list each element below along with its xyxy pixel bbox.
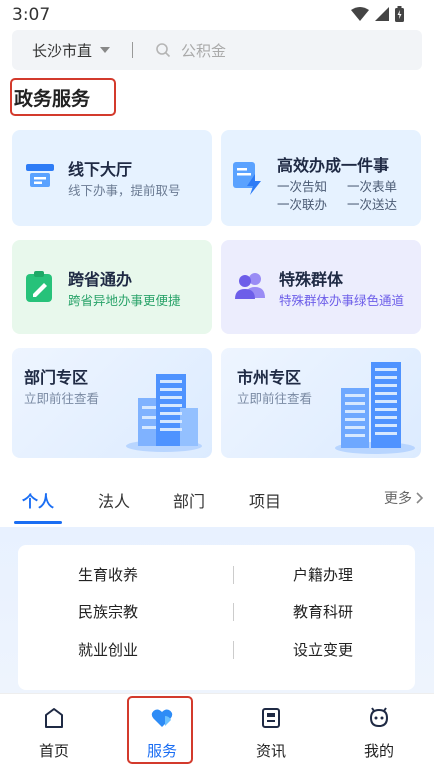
nav-label: 我的	[363, 742, 394, 760]
battery-icon	[395, 6, 404, 22]
card-special-groups[interactable]: 特殊群体 特殊群体办事绿色通道	[221, 240, 421, 334]
nav-home[interactable]: 首页	[14, 694, 94, 772]
nav-highlight-box	[127, 696, 193, 764]
card-title: 特殊群体	[279, 270, 344, 289]
card-efficient-service[interactable]: 高效办成一件事 一次告知 一次表单 一次联办 一次送达	[221, 130, 421, 226]
divider	[233, 566, 234, 584]
tab-legal-person[interactable]: 法人	[98, 488, 130, 512]
signal-icon	[375, 7, 389, 21]
card-department-zone[interactable]: 部门专区 立即前往查看	[12, 348, 212, 458]
section-title: 政务服务	[10, 78, 116, 116]
more-label: 更多	[384, 491, 412, 507]
clipboard-edit-icon	[26, 271, 52, 302]
status-bar: 3:07	[0, 0, 434, 28]
category-panel: 生育收养 户籍办理 民族宗教 教育科研 就业创业 设立变更	[18, 545, 415, 690]
status-time: 3:07	[12, 5, 51, 25]
home-icon	[45, 708, 63, 728]
card-subtitle: 立即前往查看	[24, 391, 100, 406]
tab-department[interactable]: 部门	[173, 488, 205, 512]
nav-label: 首页	[38, 742, 69, 760]
news-icon	[262, 708, 280, 728]
card-city-zone[interactable]: 市州专区 立即前往查看	[221, 348, 421, 458]
search-input[interactable]: 公积金	[181, 40, 226, 61]
card-line: 一次告知	[277, 179, 328, 194]
divider	[233, 641, 234, 659]
search-bar[interactable]: 长沙市直 公积金	[12, 30, 422, 70]
bottom-nav: 首页 服务 资讯 我的	[0, 693, 434, 772]
chevron-down-icon[interactable]	[100, 47, 111, 53]
category-item[interactable]: 户籍办理	[293, 564, 353, 585]
more-button[interactable]: 更多	[384, 488, 424, 508]
status-icons	[351, 6, 404, 22]
category-item[interactable]: 就业创业	[78, 639, 138, 660]
nav-news[interactable]: 资讯	[231, 694, 311, 772]
counter-icon	[26, 164, 54, 187]
card-subtitle: 特殊群体办事绿色通道	[279, 293, 405, 308]
card-subtitle: 立即前往查看	[237, 391, 313, 406]
divider	[233, 603, 234, 621]
building-icon	[126, 374, 202, 452]
city-selector[interactable]: 长沙市直	[32, 40, 92, 61]
category-tabs: 个人 法人 部门 项目 更多	[0, 478, 434, 526]
profile-icon	[369, 707, 389, 728]
category-item[interactable]: 设立变更	[293, 639, 353, 660]
search-divider	[132, 42, 134, 58]
category-item[interactable]: 民族宗教	[78, 601, 138, 622]
card-subtitle: 线下办事，提前取号	[68, 183, 181, 198]
people-icon	[235, 273, 265, 299]
card-cross-province[interactable]: 跨省通办 跨省异地办事更便捷	[12, 240, 212, 334]
tab-personal[interactable]: 个人	[22, 488, 54, 512]
search-icon	[156, 43, 171, 58]
category-item[interactable]: 生育收养	[78, 564, 138, 585]
wifi-icon	[351, 7, 369, 21]
card-line: 一次联办	[277, 197, 328, 212]
card-title: 部门专区	[24, 368, 89, 387]
document-bolt-icon	[233, 162, 261, 195]
nav-label: 资讯	[255, 742, 286, 760]
chevron-right-icon	[416, 492, 424, 504]
skyscraper-icon	[335, 362, 415, 454]
card-offline-hall[interactable]: 线下大厅 线下办事，提前取号	[12, 130, 212, 226]
card-title: 跨省通办	[68, 270, 133, 289]
tab-project[interactable]: 项目	[249, 488, 281, 512]
tab-underline	[14, 521, 62, 524]
card-line: 一次表单	[347, 179, 398, 194]
card-title: 高效办成一件事	[277, 156, 390, 175]
card-line: 一次送达	[347, 197, 398, 212]
nav-profile[interactable]: 我的	[339, 694, 419, 772]
card-title: 市州专区	[237, 368, 302, 387]
card-subtitle: 跨省异地办事更便捷	[68, 293, 181, 308]
card-title: 线下大厅	[68, 160, 133, 179]
category-item[interactable]: 教育科研	[293, 601, 353, 622]
